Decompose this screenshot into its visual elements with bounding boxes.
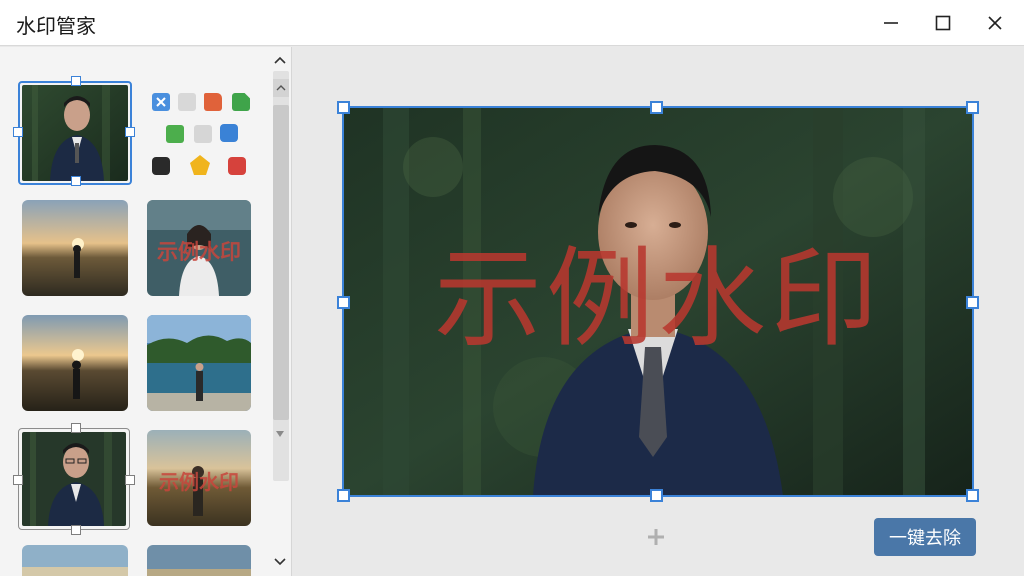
blank-square-icon[interactable] (178, 93, 196, 111)
crop-handle-top-right[interactable] (966, 101, 979, 114)
gray-square-icon[interactable] (194, 125, 212, 143)
crop-handle-top[interactable] (650, 101, 663, 114)
thumbnail-sunset-figure[interactable] (22, 200, 128, 296)
scroll-thumb[interactable] (273, 105, 289, 420)
triangle-down-icon (276, 431, 284, 437)
chevron-up-small-icon (276, 85, 286, 91)
maximize-icon (935, 15, 951, 31)
tool-icon-grid (150, 91, 254, 191)
selection-handle-bottom[interactable] (71, 176, 81, 186)
thumbnail-sunset-figure-2[interactable] (22, 315, 128, 411)
scroll-up-arrow[interactable] (273, 79, 289, 97)
selection-handle-right-2[interactable] (125, 475, 135, 485)
crop-handle-top-left[interactable] (337, 101, 350, 114)
crop-handle-right[interactable] (966, 296, 979, 309)
close-square-icon[interactable] (152, 93, 170, 111)
crop-selection-frame[interactable] (342, 106, 974, 497)
maximize-button[interactable] (928, 8, 958, 38)
bag-icon[interactable] (220, 124, 238, 142)
thumbnail-portrait-forest[interactable] (22, 85, 128, 181)
scroll-down-arrow[interactable] (270, 425, 290, 443)
crop-handle-left[interactable] (337, 296, 350, 309)
minimize-button[interactable] (876, 8, 906, 38)
selection-handle-right[interactable] (125, 127, 135, 137)
thumbnail-partial-2[interactable] (147, 545, 251, 576)
app-title: 水印管家 (16, 14, 96, 38)
thumbnail-scrollbar[interactable] (270, 47, 290, 576)
black-bag-icon[interactable] (152, 157, 170, 175)
selection-handle-bottom-2[interactable] (71, 525, 81, 535)
thumbnail-partial-1[interactable] (22, 545, 128, 576)
selection-handle-left-2[interactable] (13, 475, 23, 485)
minimize-icon (884, 22, 898, 24)
gift-icon[interactable] (228, 157, 246, 175)
crop-handle-bottom[interactable] (650, 489, 663, 502)
thumbnail-lake-figure[interactable] (147, 315, 251, 411)
folder-icon[interactable] (204, 93, 222, 111)
scroll-up-button[interactable] (270, 51, 290, 69)
chevron-down-icon (274, 558, 286, 566)
crop-handle-bottom-right[interactable] (966, 489, 979, 502)
green-square-icon[interactable] (166, 125, 184, 143)
selection-handle-left[interactable] (13, 127, 23, 137)
thumbnail-watermark-text: 示例水印 (157, 240, 241, 264)
selection-handle-top[interactable] (71, 76, 81, 86)
crop-handle-bottom-left[interactable] (337, 489, 350, 502)
scroll-down-button[interactable] (270, 553, 290, 571)
thumbnail-woman-forest[interactable]: 示例水印 (147, 200, 251, 296)
thumbnail-field-figure[interactable]: 示例水印 (147, 430, 251, 526)
document-icon[interactable] (232, 93, 250, 111)
star-icon[interactable] (190, 155, 210, 175)
remove-watermark-button[interactable]: 一键去除 (874, 518, 976, 556)
close-icon (988, 16, 1002, 30)
thumbnail-portrait-forest-2[interactable] (22, 432, 126, 526)
selection-handle-top-2[interactable] (71, 423, 81, 433)
close-button[interactable] (980, 8, 1010, 38)
thumbnail-panel: 示例水印 示例水印 (0, 47, 292, 576)
title-bar: 水印管家 (0, 0, 1024, 46)
chevron-up-icon (274, 56, 286, 64)
thumbnail-watermark-text-2: 示例水印 (159, 470, 239, 494)
add-icon[interactable] (645, 526, 667, 548)
